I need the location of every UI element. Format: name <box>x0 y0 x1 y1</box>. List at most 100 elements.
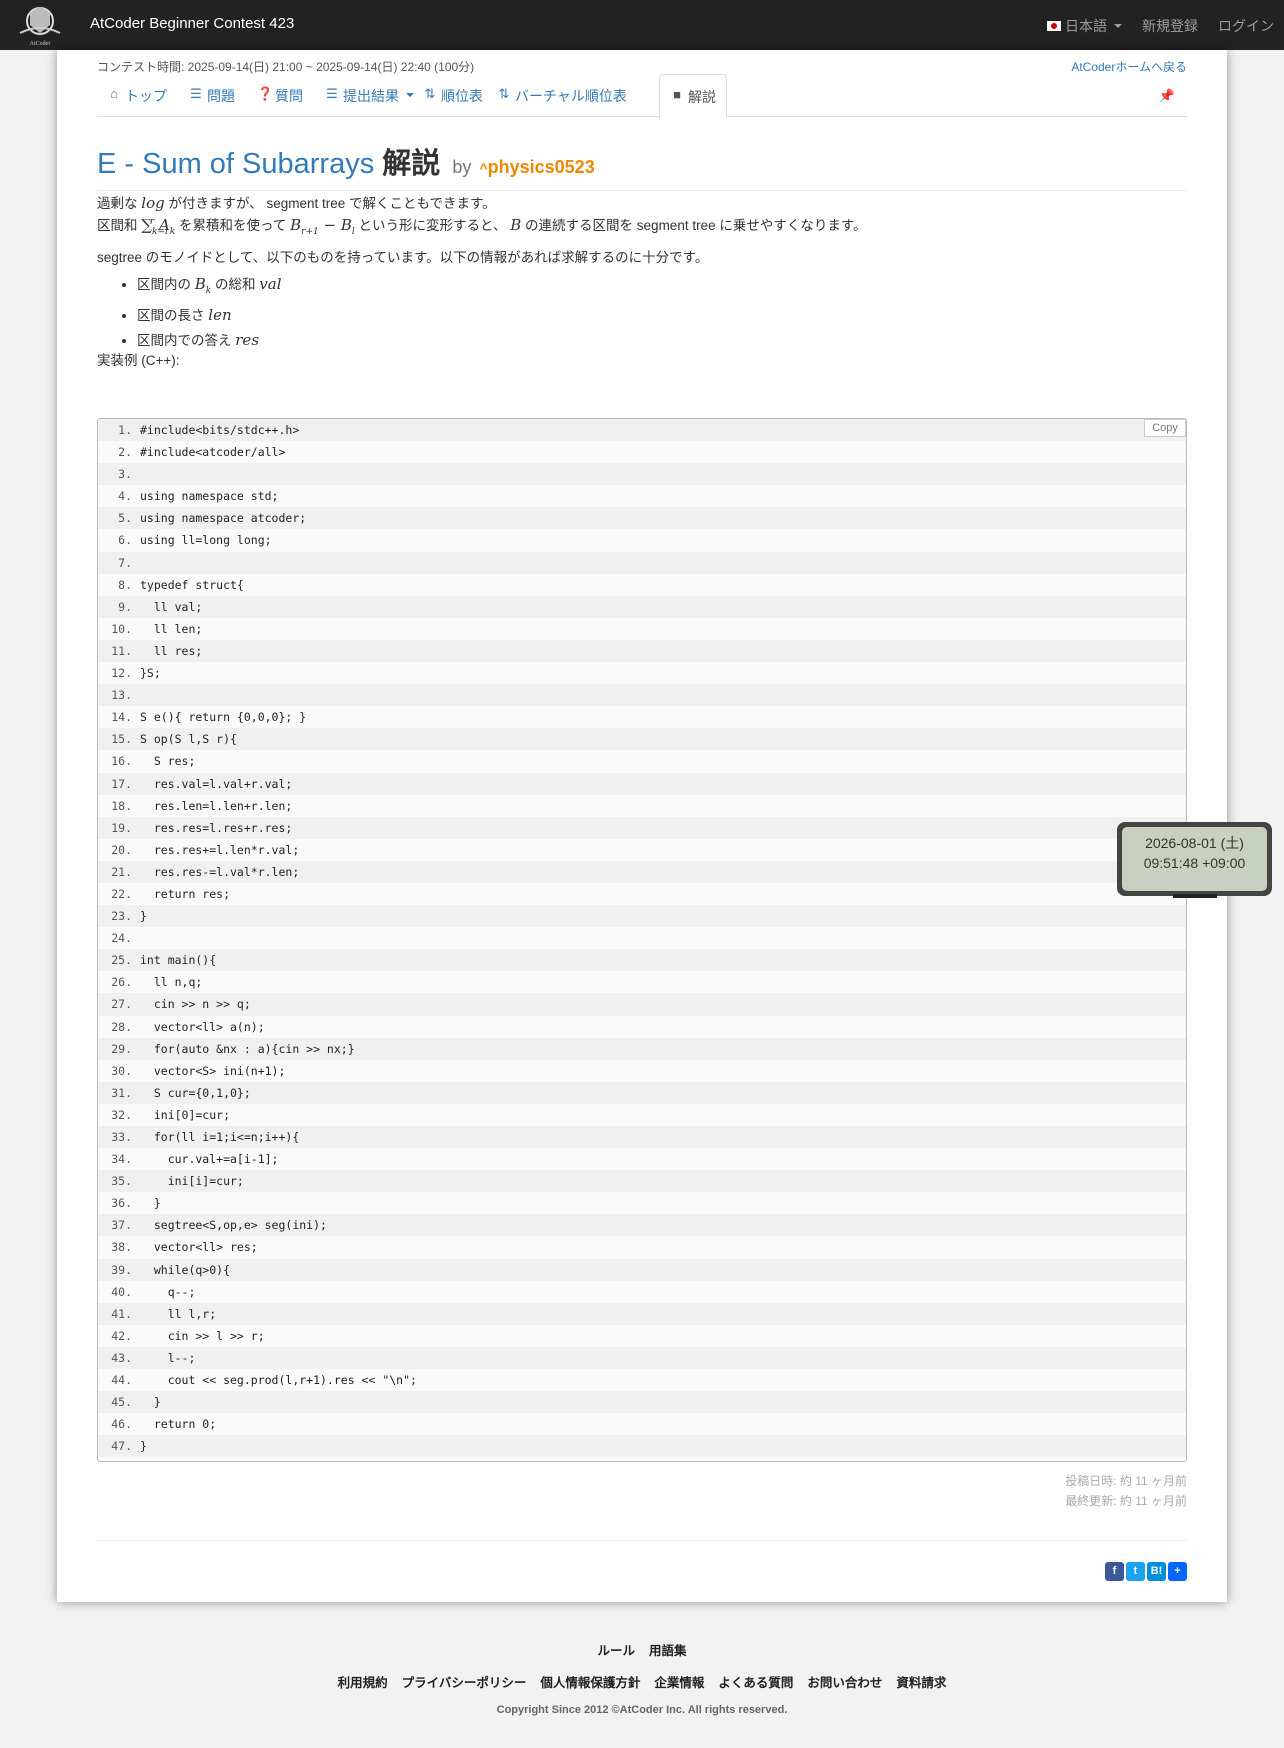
author-link[interactable]: ^physics0523 <box>479 157 594 177</box>
question-icon: ❓ <box>257 86 274 101</box>
contest-brand-link[interactable]: AtCoder Beginner Contest 423 <box>90 15 294 32</box>
tab-problems[interactable]: ☰ 問題 <box>179 74 245 117</box>
twitter-icon[interactable]: t <box>1126 1562 1145 1581</box>
signup-link[interactable]: 新規登録 <box>1142 16 1198 36</box>
code-line: 28. vector<ll> a(n); <box>98 1016 1186 1038</box>
share-plus-icon[interactable]: + <box>1168 1562 1187 1581</box>
code-line: 24. <box>98 927 1186 949</box>
footer-link[interactable]: 利用規約 <box>338 1672 388 1691</box>
line-number: 13. <box>111 688 132 703</box>
footer-link[interactable]: 資料請求 <box>896 1672 946 1691</box>
code-line: 29. for(auto &nx : a){cin >> nx;} <box>98 1037 1186 1060</box>
line-number: 19. <box>111 820 132 835</box>
footer-link[interactable]: 用語集 <box>649 1640 687 1659</box>
code-line: 23.} <box>98 905 1186 928</box>
code-line: 42. cin >> l >> r; <box>98 1325 1186 1347</box>
code-text: res.res=l.res+r.res; <box>140 820 293 835</box>
line-number: 33. <box>111 1130 132 1144</box>
code-text: res.res-=l.val*r.len; <box>140 864 300 879</box>
line-number: 29. <box>111 1041 132 1056</box>
footer-link[interactable]: ルール <box>597 1640 635 1659</box>
login-link[interactable]: ログイン <box>1218 16 1274 36</box>
code-text: return res; <box>140 886 231 901</box>
code-line: 45. } <box>98 1391 1186 1414</box>
list-icon: ☰ <box>190 86 202 101</box>
code-text: cout << seg.prod(l,r+1).res << "\n"; <box>140 1373 417 1388</box>
code-line: 11. ll res; <box>98 639 1186 663</box>
japan-flag-icon <box>1047 21 1061 31</box>
code-line: 26. ll n,q; <box>98 971 1186 993</box>
line-number: 9. <box>118 599 132 614</box>
footer-link[interactable]: お問い合わせ <box>807 1672 882 1691</box>
code-line: 17. res.val=l.val+r.val; <box>98 772 1186 795</box>
code-line: 9. ll val; <box>98 595 1186 618</box>
line-number: 31. <box>111 1085 132 1100</box>
line-number: 28. <box>111 1019 132 1034</box>
code-text: ll l,r; <box>140 1306 217 1321</box>
code-text: cin >> l >> r; <box>140 1328 265 1343</box>
line-number: 41. <box>111 1306 132 1321</box>
code-text: }S; <box>140 666 161 681</box>
footer-link[interactable]: 企業情報 <box>654 1672 704 1691</box>
hatena-icon[interactable]: B! <box>1147 1562 1166 1581</box>
tab-top[interactable]: ⌂ トップ <box>97 74 177 117</box>
copy-button[interactable]: Copy <box>1144 419 1186 437</box>
svg-text:AtCoder: AtCoder <box>30 41 51 47</box>
line-number: 44. <box>111 1373 132 1388</box>
line-number: 26. <box>111 975 132 990</box>
line-number: 20. <box>111 842 132 857</box>
clock-time: 09:51:48 +09:00 <box>1143 855 1246 871</box>
updated-date: 最終更新: 約 11 ヶ月前 <box>1065 1494 1187 1508</box>
divider <box>97 190 1187 191</box>
code-line: 12.}S; <box>98 662 1186 684</box>
footer-link[interactable]: よくある質問 <box>718 1672 793 1691</box>
code-text: int main(){ <box>140 953 217 968</box>
tab-submissions[interactable]: ☰ 提出結果 <box>315 74 424 117</box>
code-line: 46. return 0; <box>98 1413 1186 1435</box>
tab-editorial[interactable]: ■ 解説 <box>659 74 727 118</box>
pin-icon[interactable]: 📌 <box>1159 88 1175 104</box>
code-text: } <box>140 1439 147 1454</box>
contest-tabs: ⌂ トップ ☰ 問題 ❓ 質問 ☰ 提出結果 ⇅ 順位表 ⇅ バーチャル順位表 ■ 解説 📌 <box>97 74 1187 118</box>
tab-virtual-standings[interactable]: ⇅ バーチャル順位表 <box>487 74 637 117</box>
code-line: 38. vector<ll> res; <box>98 1236 1186 1258</box>
facebook-icon[interactable]: f <box>1105 1562 1124 1581</box>
language-dropdown[interactable]: 日本語 <box>1047 16 1122 36</box>
line-number: 27. <box>111 997 132 1012</box>
list-item: 区間の長さ len <box>137 303 282 328</box>
code-text: ll res; <box>140 643 203 658</box>
line-number: 30. <box>111 1063 132 1078</box>
code-line: 3. <box>98 463 1186 486</box>
footer-link[interactable]: 個人情報保護方針 <box>540 1672 640 1691</box>
tab-questions[interactable]: ❓ 質問 <box>247 74 313 117</box>
tab-standings[interactable]: ⇅ 順位表 <box>413 74 493 117</box>
code-lines: 1. #include<bits/stdc++.h> 2. #include<atco… <box>98 419 1186 1458</box>
code-block[interactable]: Copy 1. #include<bits/stdc++.h> 2. #include… <box>97 418 1187 1462</box>
line-number: 34. <box>111 1152 132 1167</box>
code-text: for(auto &nx : a){cin >> nx;} <box>140 1041 355 1056</box>
monoid-list: 区間内の Bk の総和 val 区間の長さ len 区間内での答え res <box>137 272 282 353</box>
line-number: 32. <box>111 1107 132 1122</box>
problem-title-link[interactable]: E - Sum of Subarrays <box>97 148 374 180</box>
math-B: B <box>510 216 522 234</box>
code-line: 39. while(q>0){ <box>98 1258 1186 1281</box>
page-title: E - Sum of Subarrays 解説 by ^physics0523 <box>97 140 595 182</box>
line-number: 2. <box>118 445 132 460</box>
code-line: 6. using ll=long long; <box>98 529 1186 551</box>
paragraph-1: 過剰な log が付きますが、 segment tree で解くこともできます。 <box>97 194 496 212</box>
code-line: 32. ini[0]=cur; <box>98 1104 1186 1126</box>
divider <box>97 1540 1187 1541</box>
code-line: 7. <box>98 551 1186 574</box>
atcoder-logo[interactable]: AtCoder <box>14 3 66 47</box>
code-line: 21. res.res-=l.val*r.len; <box>98 860 1186 883</box>
code-line: 10. ll len; <box>98 618 1186 640</box>
sort-icon: ⇅ <box>498 86 510 101</box>
code-line: 36. } <box>98 1192 1186 1214</box>
code-line: 30. vector<S> ini(n+1); <box>98 1060 1186 1082</box>
footer-link[interactable]: プライバシーポリシー <box>402 1672 527 1691</box>
code-text: vector<S> ini(n+1); <box>140 1063 286 1078</box>
clock-widget[interactable]: 2026-08-01 (土) 09:51:48 +09:00 <box>1117 822 1272 898</box>
code-text: cur.val+=a[i-1]; <box>140 1152 279 1167</box>
home-link[interactable]: AtCoderホームへ戻る <box>1071 58 1187 75</box>
code-line: 31. S cur={0,1,0}; <box>98 1081 1186 1104</box>
